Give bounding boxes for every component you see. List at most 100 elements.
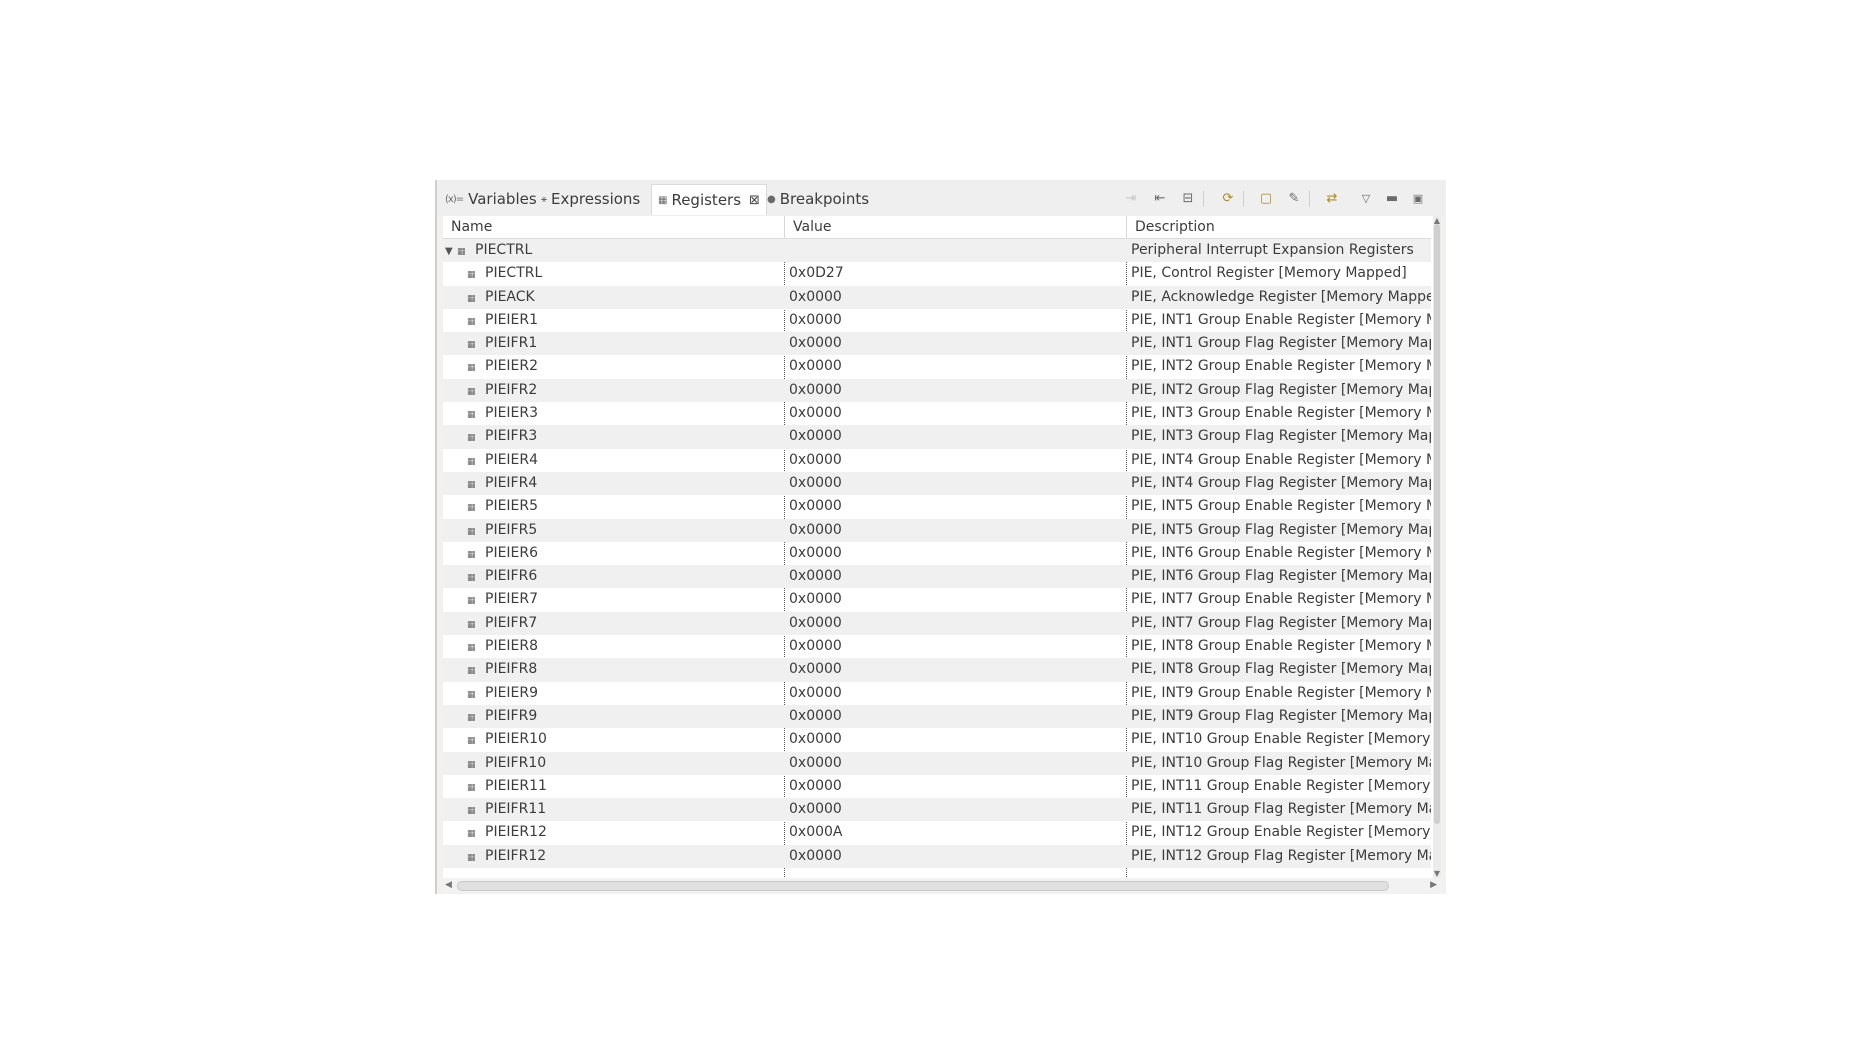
table-row[interactable]: ▦ PIEIER5 0x0000 PIE, INT5 Group Enable Reg… [443, 495, 1431, 518]
table-row[interactable]: ▦ PIEIFR10 0x0000 PIE, INT10 Group Flag Reg… [443, 751, 1431, 777]
refresh-icon[interactable]: ⟳ [1219, 190, 1237, 208]
table-row[interactable]: ▦ PIEIFR12 0x0000 PIE, INT12 Group Flag Reg… [443, 844, 1431, 869]
table-row[interactable]: ▦ PIEIER7 0x0000 PIE, INT7 Group Enable Reg… [443, 588, 1431, 611]
register-name-cell: ▦ PIEIFR2 [443, 379, 807, 404]
column-header-name[interactable]: Name [451, 219, 492, 235]
register-name-cell: ▦ PIEIFR10 [443, 752, 807, 777]
table-row[interactable]: ▦ PIEIFR6 0x0000 PIE, INT6 Group Flag Regis… [443, 565, 1431, 589]
table-row[interactable]: ▦ PIEIER10 0x0000 PIE, INT10 Group Enable R… [443, 728, 1431, 751]
table-row[interactable]: ▦ PIEIER3 0x0000 PIE, INT3 Group Enable Reg… [443, 402, 1431, 425]
register-value[interactable]: 0x0000 [789, 425, 1119, 448]
register-value[interactable]: 0x0000 [789, 402, 1119, 425]
table-row[interactable]: ▦ PIEIFR8 0x0000 PIE, INT8 Group Flag Regis… [443, 658, 1431, 682]
tab-bar: (x)= Variables ⚹ Expressions ▦ Registers… [437, 180, 1446, 216]
column-divider[interactable] [1126, 216, 1127, 238]
register-value[interactable]: 0x0000 [789, 495, 1119, 518]
register-value[interactable]: 0x0000 [789, 472, 1119, 495]
scroll-down-icon[interactable]: ▼ [1433, 869, 1441, 878]
table-row[interactable]: ▦ PIEIER8 0x0000 PIE, INT8 Group Enable Reg… [443, 635, 1431, 658]
close-icon[interactable]: ⊠ [749, 193, 760, 208]
tab-expressions[interactable]: ⚹ Expressions [541, 185, 640, 213]
register-description: PIE, INT1 Group Enable Register [Memory … [1131, 311, 1431, 328]
register-value[interactable]: 0x0000 [789, 705, 1119, 728]
table-row[interactable]: ▦ PIEIFR11 0x0000 PIE, INT11 Group Flag Reg… [443, 798, 1431, 822]
register-description: PIE, INT2 Group Enable Register [Memory … [1131, 358, 1431, 375]
scroll-right-icon[interactable]: ▶ [1430, 878, 1437, 892]
minimize-icon[interactable]: ▬ [1383, 190, 1401, 208]
register-value[interactable]: 0x000A [789, 821, 1119, 844]
register-name-cell: ▦ PIEIFR5 [443, 519, 807, 544]
tab-variables[interactable]: (x)= Variables [445, 185, 537, 213]
table-row[interactable]: ▦ PIEIER2 0x0000 PIE, INT2 Group Enable Reg… [443, 355, 1431, 378]
register-value[interactable]: 0x0000 [789, 635, 1119, 658]
register-value[interactable]: 0x0000 [789, 379, 1119, 402]
go-to-icon[interactable]: ⇤ [1151, 190, 1169, 208]
collapse-all-icon[interactable]: ⊟ [1179, 190, 1197, 208]
table-row[interactable]: ▦ PIEIFR3 0x0000 PIE, INT3 Group Flag Regis… [443, 425, 1431, 449]
scroll-left-icon[interactable]: ◀ [445, 878, 452, 892]
expand-twisty-icon[interactable]: ▼ [445, 240, 457, 263]
register-value[interactable]: 0x0000 [789, 588, 1119, 611]
register-value[interactable]: 0x0000 [789, 309, 1119, 332]
register-description: PIE, INT11 Group Enable Register [Memory… [1131, 777, 1431, 794]
table-row[interactable]: ▦ PIEIFR7 0x0000 PIE, INT7 Group Flag Regis… [443, 611, 1431, 637]
table-row[interactable]: ▦ PIEACK 0x0000 PIE, Acknowledge Register [… [443, 285, 1431, 309]
table-row-group[interactable]: ▼ ▦ PIECTRL Peripheral Interrupt Expansion… [443, 239, 1431, 263]
register-icon: ▦ [467, 782, 476, 793]
column-divider[interactable] [784, 216, 785, 238]
register-value[interactable]: 0x0D27 [789, 262, 1119, 285]
register-value[interactable]: 0x0000 [789, 542, 1119, 565]
edit-group-icon[interactable]: ✎ [1285, 190, 1303, 208]
table-row[interactable]: ▦ PIEIER9 0x0000 PIE, INT9 Group Enable Reg… [443, 682, 1431, 705]
register-value[interactable]: 0x0000 [789, 355, 1119, 378]
vertical-scroll-thumb[interactable] [1434, 224, 1440, 824]
sync-icon[interactable]: ⇄ [1323, 190, 1341, 208]
register-name: PIEIER3 [485, 405, 539, 422]
table-row[interactable]: ▦ PIEIFR1 0x0000 PIE, INT1 Group Flag Regis… [443, 332, 1431, 356]
maximize-icon[interactable]: ▣ [1409, 190, 1427, 208]
horizontal-scrollbar[interactable]: ◀ ▶ [443, 878, 1441, 892]
register-value[interactable]: 0x0000 [789, 658, 1119, 681]
register-value[interactable]: 0x0000 [789, 449, 1119, 472]
vertical-scrollbar[interactable]: ▲ ▼ [1433, 216, 1441, 878]
column-header-value[interactable]: Value [793, 219, 831, 235]
tab-breakpoints[interactable]: ● Breakpoints [767, 185, 869, 213]
register-value[interactable]: 0x0000 [789, 332, 1119, 355]
toolbar-separator [1203, 191, 1204, 207]
registers-icon: ▦ [658, 194, 668, 206]
tab-registers[interactable]: ▦ Registers ⊠ [651, 184, 767, 215]
table-row[interactable]: ▦ PIEIER6 0x0000 PIE, INT6 Group Enable Reg… [443, 542, 1431, 565]
register-value[interactable]: 0x0000 [789, 752, 1119, 775]
register-icon: ▦ [467, 596, 476, 607]
table-row[interactable]: ▦ PIECTRL 0x0D27 PIE, Control Register [Mem… [443, 262, 1431, 285]
column-header-description[interactable]: Description [1135, 219, 1215, 235]
horizontal-scroll-thumb[interactable] [457, 881, 1389, 891]
table-row[interactable]: ▦ PIEIFR2 0x0000 PIE, INT2 Group Flag Regis… [443, 378, 1431, 404]
table-row[interactable]: ▦ PIEIER1 0x0000 PIE, INT1 Group Enable Reg… [443, 309, 1431, 332]
table-row[interactable]: ▦ PIEIER11 0x0000 PIE, INT11 Group Enable R… [443, 775, 1431, 798]
register-value[interactable]: 0x0000 [789, 728, 1119, 751]
toolbar-separator [1243, 191, 1244, 207]
register-value[interactable]: 0x0000 [789, 682, 1119, 705]
register-value[interactable]: 0x0000 [789, 519, 1119, 542]
register-name-cell: ▦ PIEIFR7 [443, 612, 807, 637]
register-value[interactable]: 0x0000 [789, 612, 1119, 635]
register-group-icon: ▦ [457, 247, 466, 257]
tab-label: Breakpoints [779, 190, 870, 208]
table-row[interactable]: ▦ PIEIER4 0x0000 PIE, INT4 Group Enable Reg… [443, 449, 1431, 472]
new-group-icon[interactable]: ▢ [1257, 190, 1275, 208]
register-value[interactable]: 0x0000 [789, 565, 1119, 588]
table-row[interactable]: ▦ PIEIFR5 0x0000 PIE, INT5 Group Flag Regis… [443, 518, 1431, 544]
table-row[interactable]: ▦ PIEIER12 0x000A PIE, INT12 Group Enable R… [443, 821, 1431, 844]
table-row[interactable]: ▦ PIEIFR4 0x0000 PIE, INT4 Group Flag Regis… [443, 471, 1431, 496]
register-value[interactable]: 0x0000 [789, 286, 1119, 309]
register-value[interactable]: 0x0000 [789, 775, 1119, 798]
register-name: PIEIER4 [485, 451, 539, 468]
view-menu-icon[interactable]: ▽ [1357, 190, 1375, 208]
register-value[interactable]: 0x0000 [789, 798, 1119, 821]
table-row[interactable]: ▦ PIEIFR9 0x0000 PIE, INT9 Group Flag Regis… [443, 704, 1431, 729]
register-icon: ▦ [467, 829, 476, 840]
register-value[interactable]: 0x0000 [789, 845, 1119, 868]
register-description: PIE, INT1 Group Flag Register [Memory Ma… [1131, 335, 1431, 352]
register-name: PIEIER12 [485, 824, 547, 841]
